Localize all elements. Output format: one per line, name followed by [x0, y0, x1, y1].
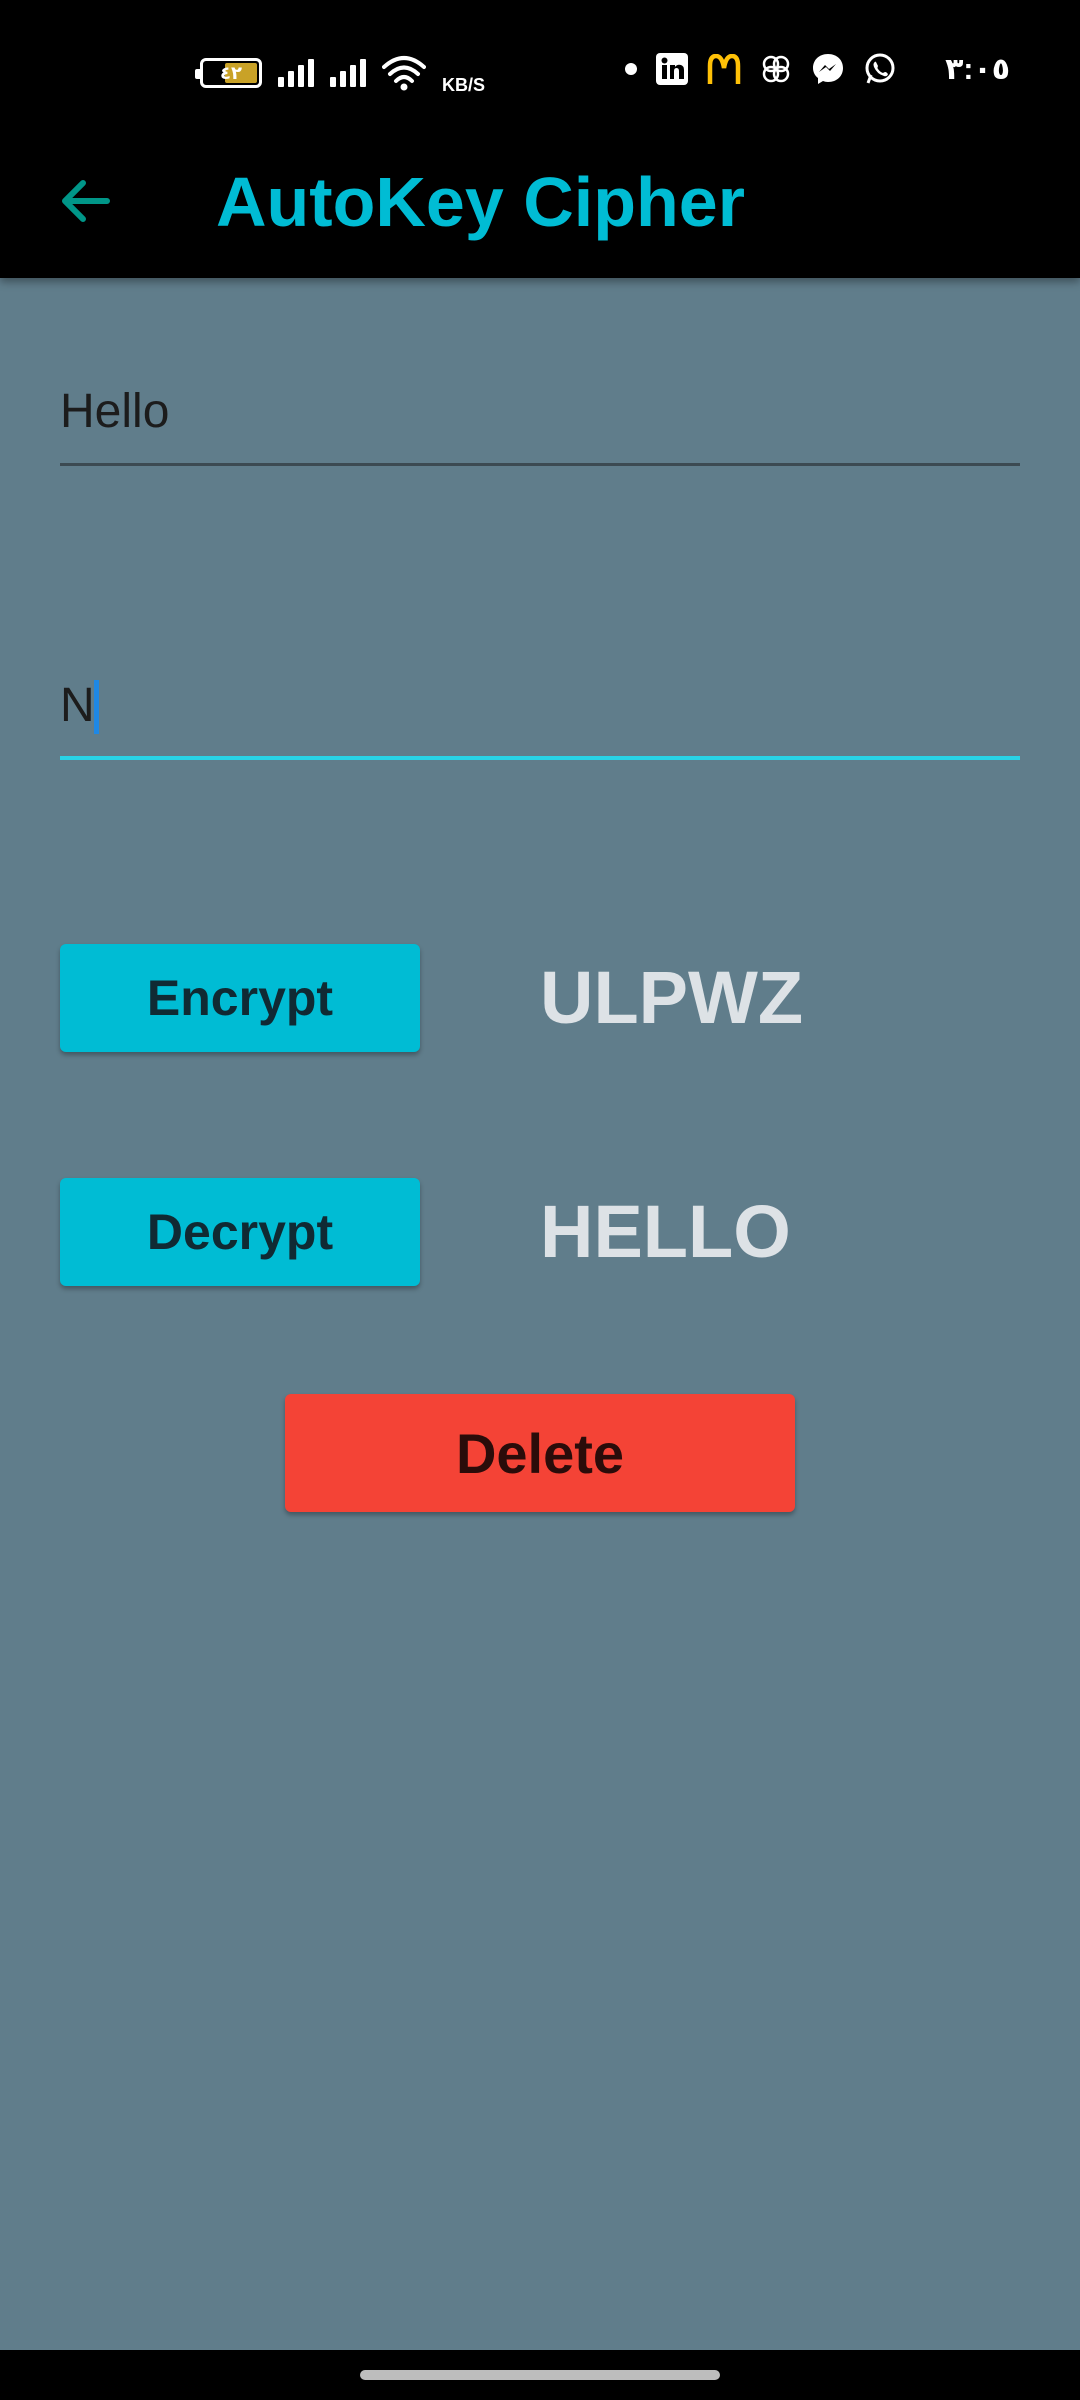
- clover-icon: [759, 52, 793, 86]
- key-input[interactable]: [60, 650, 1020, 760]
- signal-icon-sim1: [278, 59, 314, 87]
- notification-dot-icon: [625, 63, 638, 75]
- encrypt-result: ULPWZ: [540, 956, 804, 1039]
- messenger-icon: [811, 52, 845, 86]
- navigation-bar: [0, 2350, 1080, 2400]
- text-cursor: [94, 680, 99, 734]
- network-speed-unit: KB/S: [442, 75, 486, 95]
- arrow-left-icon: [62, 180, 110, 222]
- plaintext-underline: [60, 463, 1020, 466]
- decrypt-result: HELLO: [540, 1190, 791, 1273]
- home-gesture-handle[interactable]: [360, 2370, 720, 2380]
- back-button[interactable]: [50, 166, 120, 236]
- notification-icons: ٣:٠٥: [625, 44, 1010, 94]
- key-underline-focused: [60, 756, 1020, 760]
- signal-icon-sim2: [330, 59, 366, 87]
- delete-button[interactable]: Delete: [285, 1394, 795, 1512]
- app-bar: AutoKey Cipher: [0, 130, 1080, 278]
- plaintext-field: [60, 356, 1020, 466]
- wifi-icon: [382, 56, 426, 91]
- decrypt-button[interactable]: Decrypt: [60, 1178, 420, 1286]
- mcdonalds-icon: [707, 52, 741, 86]
- battery-icon: ٤٢: [195, 58, 262, 88]
- status-indicators: ٤٢ KB/S: [195, 48, 486, 98]
- plaintext-input[interactable]: [60, 356, 1020, 466]
- battery-level: ٤٢: [220, 62, 242, 83]
- linkedin-icon: [655, 52, 689, 86]
- status-bar: ٤٢ KB/S ٣:٠٥: [0, 0, 1080, 130]
- whatsapp-icon: [863, 52, 897, 86]
- encrypt-button[interactable]: Encrypt: [60, 944, 420, 1052]
- page-title: AutoKey Cipher: [216, 163, 745, 241]
- clock: ٣:٠٥: [945, 52, 1010, 86]
- key-field: [60, 650, 1020, 760]
